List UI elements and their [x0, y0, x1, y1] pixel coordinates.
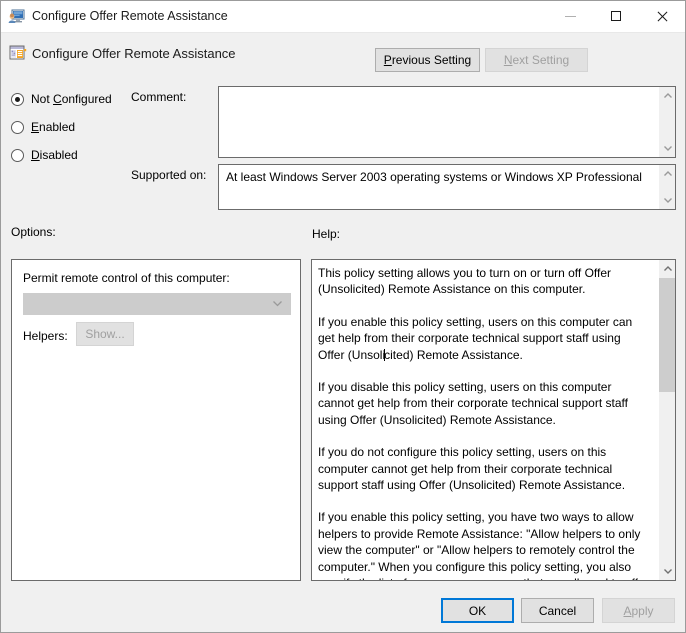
help-textarea[interactable]: This policy setting allows you to turn o…: [311, 259, 676, 581]
comment-scrollbar[interactable]: [658, 87, 675, 157]
next-setting-button[interactable]: Next Setting: [485, 48, 588, 72]
radio-not-configured[interactable]: Not Configured: [11, 91, 112, 107]
radio-enabled-label: Enabled: [31, 120, 76, 134]
window-title: Configure Offer Remote Assistance: [32, 9, 228, 23]
previous-setting-accel: P: [383, 53, 392, 67]
scroll-down-icon[interactable]: [659, 563, 675, 580]
permit-remote-control-dropdown[interactable]: [23, 293, 291, 315]
close-button[interactable]: [639, 1, 685, 31]
previous-setting-label-rest: revious Setting: [391, 53, 472, 67]
comment-textarea[interactable]: [218, 86, 676, 158]
help-paragraph: If you enable this policy setting, users…: [318, 314, 633, 362]
help-paragraph: If you do not configure this policy sett…: [318, 445, 626, 493]
apply-accel: A: [623, 603, 632, 618]
options-label: Options:: [11, 225, 56, 239]
minimize-icon: [564, 16, 576, 17]
help-paragraph: This policy setting allows you to turn o…: [318, 266, 612, 297]
scroll-down-icon[interactable]: [659, 192, 675, 209]
maximize-button[interactable]: [593, 1, 639, 31]
radio-enabled-mark: [11, 120, 24, 134]
supported-on-textarea: At least Windows Server 2003 operating s…: [218, 164, 676, 210]
ok-button[interactable]: OK: [441, 598, 514, 623]
cancel-button[interactable]: Cancel: [521, 598, 594, 623]
supported-on-scrollbar[interactable]: [658, 165, 675, 209]
apply-label-rest: pply: [631, 603, 654, 618]
footer-separator: [1, 589, 685, 590]
text-caret: [384, 348, 386, 361]
show-helpers-button[interactable]: Show...: [76, 322, 134, 346]
radio-not-configured-mark: [11, 92, 24, 106]
help-paragraph: If you disable this policy setting, user…: [318, 380, 628, 427]
radio-disabled-mark: [11, 148, 24, 162]
scroll-up-icon[interactable]: [659, 87, 675, 104]
page-title: Configure Offer Remote Assistance: [32, 46, 236, 61]
previous-setting-button[interactable]: Previous Setting: [375, 48, 480, 72]
apply-button[interactable]: Apply: [602, 598, 675, 623]
radio-enabled[interactable]: Enabled: [11, 119, 75, 135]
help-scrollbar[interactable]: [658, 260, 675, 580]
help-paragraph: If you enable this policy setting, you h…: [318, 510, 649, 580]
chevron-down-icon: [273, 301, 282, 307]
comment-label: Comment:: [131, 90, 187, 104]
policy-setting-icon: [9, 44, 27, 62]
radio-disabled[interactable]: Disabled: [11, 147, 78, 163]
helpers-label: Helpers:: [23, 329, 68, 343]
permit-remote-control-label: Permit remote control of this computer:: [23, 271, 230, 285]
minimize-button[interactable]: [547, 1, 593, 31]
scroll-up-icon[interactable]: [659, 260, 675, 277]
close-icon: [657, 11, 668, 22]
remote-assistance-monitor-icon: [8, 8, 25, 25]
next-setting-label-rest: ext Setting: [512, 53, 570, 67]
options-panel: Permit remote control of this computer: …: [11, 259, 301, 581]
maximize-icon: [611, 11, 621, 21]
supported-on-label: Supported on:: [131, 168, 207, 182]
scroll-up-icon[interactable]: [659, 165, 675, 182]
help-label: Help:: [312, 227, 341, 241]
help-scrollbar-thumb[interactable]: [659, 278, 675, 392]
radio-not-configured-label: Not Configured: [31, 92, 112, 106]
title-bar: Configure Offer Remote Assistance: [1, 1, 685, 33]
scroll-down-icon[interactable]: [659, 140, 675, 157]
policy-setting-dialog: Configure Offer Remote Assistance Config…: [0, 0, 686, 633]
supported-on-value: At least Windows Server 2003 operating s…: [226, 170, 642, 184]
radio-disabled-label: Disabled: [31, 148, 78, 162]
help-text-content: This policy setting allows you to turn o…: [318, 265, 649, 580]
